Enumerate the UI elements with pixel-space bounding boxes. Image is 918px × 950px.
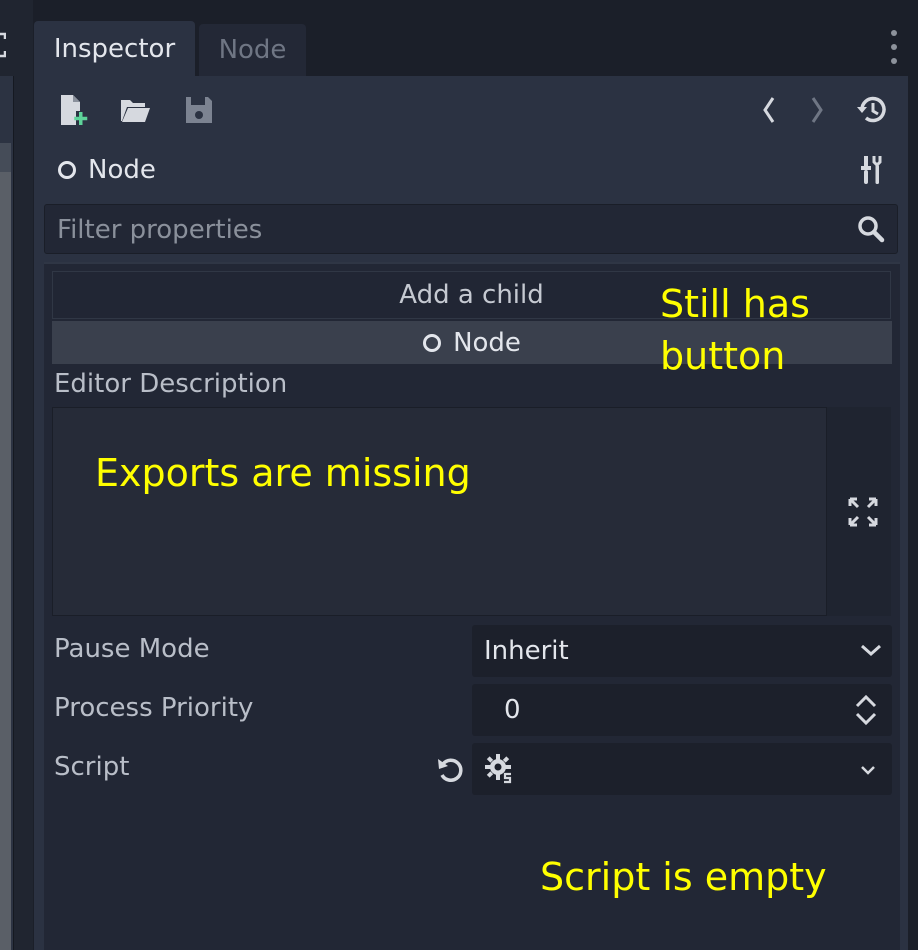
node-ring-icon <box>423 333 442 352</box>
pause-mode-dropdown[interactable]: Inherit <box>472 625 892 677</box>
process-priority-label: Process Priority <box>54 693 254 723</box>
history-back-icon[interactable] <box>756 94 782 126</box>
new-resource-icon[interactable] <box>56 92 90 128</box>
selected-node-name: Node <box>88 155 156 185</box>
left-dock-viewport <box>0 172 11 950</box>
process-priority-value: 0 <box>504 695 521 725</box>
open-folder-icon[interactable] <box>118 94 152 126</box>
object-history-icon[interactable] <box>855 93 889 127</box>
editor-description-label: Editor Description <box>54 369 288 399</box>
annotation-line: button <box>660 334 786 378</box>
save-icon[interactable] <box>182 94 216 126</box>
expand-icon <box>848 497 878 527</box>
tools-icon[interactable] <box>856 152 888 188</box>
annotation-exports-missing: Exports are missing <box>95 451 471 495</box>
process-priority-spinbox[interactable]: 0 <box>472 684 892 736</box>
pause-mode-value: Inherit <box>484 636 569 666</box>
revert-icon[interactable] <box>434 754 468 786</box>
chevron-down-icon <box>861 644 881 657</box>
script-label: Script <box>54 752 130 782</box>
script-gear-icon <box>485 754 514 784</box>
script-resource-picker[interactable] <box>472 743 892 795</box>
spinner-arrows-icon[interactable] <box>854 693 878 727</box>
annotation-line: Still has <box>660 282 810 326</box>
selected-node-header: Node <box>58 150 156 190</box>
filter-properties-input[interactable] <box>55 205 839 255</box>
tab-node[interactable]: Node <box>199 24 306 76</box>
fullscreen-icon[interactable] <box>0 30 7 60</box>
add-child-node-label: Node <box>453 327 521 358</box>
history-forward-icon[interactable] <box>804 94 830 126</box>
dock-menu-icon[interactable] <box>884 30 904 64</box>
editor-description-textarea[interactable] <box>52 407 827 616</box>
tab-inspector[interactable]: Inspector <box>34 21 195 77</box>
expand-textarea-button[interactable] <box>827 407 891 616</box>
node-ring-icon <box>58 161 76 179</box>
left-dock-strip <box>0 0 33 950</box>
pause-mode-label: Pause Mode <box>54 634 210 664</box>
annotation-script-empty: Script is empty <box>540 855 827 899</box>
search-icon <box>857 215 885 243</box>
chevron-down-icon <box>861 766 875 775</box>
annotation-still-has-button: Still has button <box>660 278 810 382</box>
filter-properties-field <box>44 204 898 255</box>
